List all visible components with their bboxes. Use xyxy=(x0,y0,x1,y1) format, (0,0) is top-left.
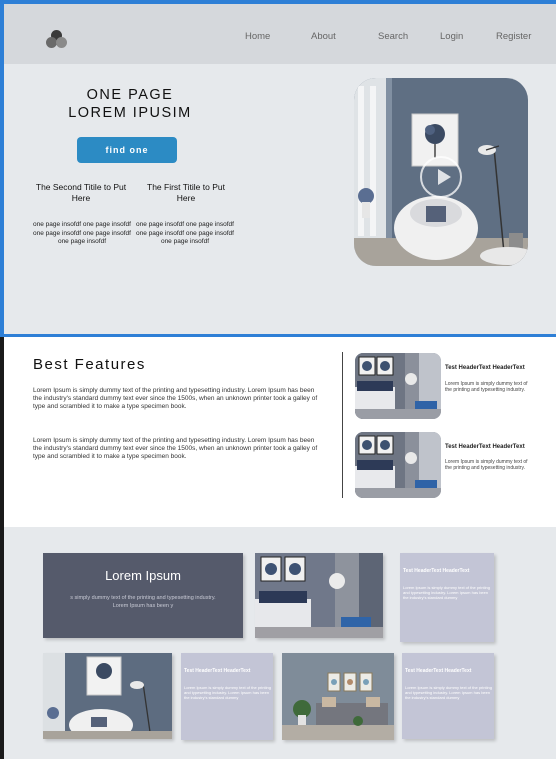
gallery-tile-title-1: Test HeaderText HeaderText xyxy=(403,568,470,574)
nav-login[interactable]: Login xyxy=(440,31,463,42)
find-one-button[interactable]: find one xyxy=(77,137,177,163)
gallery-image-sofa[interactable] xyxy=(282,653,394,740)
gallery-text-tile-1[interactable]: Test HeaderText HeaderText Lorem Ipsum i… xyxy=(400,553,494,642)
nav-search[interactable]: Search xyxy=(378,31,408,42)
bedroom-image xyxy=(355,353,441,419)
feature-card-title-2: Test HeaderText HeaderText xyxy=(445,444,525,450)
nav-register[interactable]: Register xyxy=(496,31,531,42)
nav-home[interactable]: Home xyxy=(245,31,270,42)
feature-card-text-2: Lorem Ipsum is simply dummy text of the … xyxy=(445,459,528,471)
site-header: Home About Search Login Register xyxy=(4,4,556,64)
gallery-section: Lorem Ipsum s simply dummy text of the p… xyxy=(4,527,556,759)
features-title: Best Features xyxy=(33,356,146,373)
gallery-feature-tile[interactable]: Lorem Ipsum s simply dummy text of the p… xyxy=(43,553,243,638)
gallery-tile-title-2: Test HeaderText HeaderText xyxy=(184,668,251,674)
hero-column-text-2: one page insofdf one page insofdf one pa… xyxy=(136,221,234,245)
gallery-tile-text-1: Lorem Ipsum is simply dummy text of the … xyxy=(403,585,490,600)
features-section: Best Features Lorem Ipsum is simply dumm… xyxy=(4,337,556,527)
features-divider xyxy=(342,352,343,498)
hero-column-title-1: The Second Titile to Put Here xyxy=(35,182,127,203)
play-icon[interactable] xyxy=(420,156,462,198)
gallery-image-chair[interactable] xyxy=(43,653,172,739)
bedroom-image xyxy=(255,553,383,638)
hero-title: ONE PAGE LOREM IPUSIM xyxy=(68,87,192,121)
feature-card-title-1: Test HeaderText HeaderText xyxy=(445,365,525,371)
gallery-image-bedroom[interactable] xyxy=(255,553,383,638)
gallery-tile-text-3: Lorem Ipsum is simply dummy text of the … xyxy=(405,685,492,700)
gallery-tile-title-3: Test HeaderText HeaderText xyxy=(405,668,472,674)
gallery-feature-title: Lorem Ipsum xyxy=(105,568,181,583)
logo-icon[interactable] xyxy=(46,30,68,50)
feature-card-image-2[interactable] xyxy=(355,432,441,498)
feature-card-text-1: Lorem Ipsum is simply dummy text of the … xyxy=(445,381,528,393)
nav-about[interactable]: About xyxy=(311,31,336,42)
gallery-text-tile-2[interactable]: Test HeaderText HeaderText Lorem Ipsum i… xyxy=(181,653,273,740)
feature-card-image-1[interactable] xyxy=(355,353,441,419)
hero-video-thumbnail[interactable] xyxy=(354,78,528,266)
sofa-room-image xyxy=(282,653,394,740)
features-paragraph-1: Lorem Ipsum is simply dummy text of the … xyxy=(33,387,318,410)
hero-section: ONE PAGE LOREM IPUSIM find one The Secon… xyxy=(4,64,556,334)
features-paragraph-2: Lorem Ipsum is simply dummy text of the … xyxy=(33,437,318,460)
gallery-text-tile-3[interactable]: Test HeaderText HeaderText Lorem Ipsum i… xyxy=(402,653,494,739)
armchair-image xyxy=(43,653,172,739)
hero-column-title-2: The First Titile to Put Here xyxy=(147,182,225,203)
gallery-feature-text: s simply dummy text of the printing and … xyxy=(70,595,216,609)
hero-column-text-1: one page insofdf one page insofdf one pa… xyxy=(33,221,131,245)
gallery-tile-text-2: Lorem Ipsum is simply dummy text of the … xyxy=(184,685,271,700)
bedroom-image xyxy=(355,432,441,498)
